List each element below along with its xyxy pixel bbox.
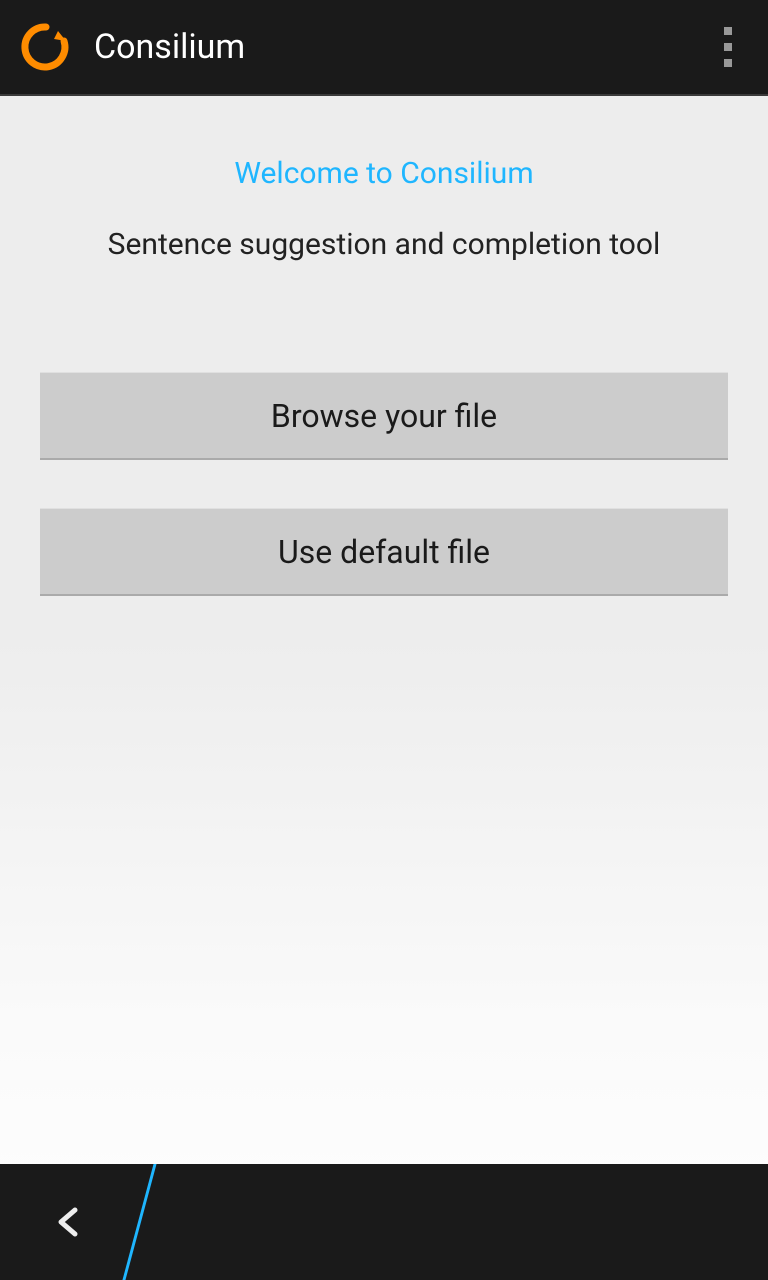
use-default-file-button[interactable]: Use default file (40, 508, 728, 596)
back-button[interactable] (0, 1164, 138, 1280)
overflow-menu-icon[interactable] (708, 17, 748, 77)
action-bar: Consilium (0, 0, 768, 96)
chevron-left-icon (49, 1202, 89, 1242)
browse-file-button[interactable]: Browse your file (40, 372, 728, 460)
main-content: Welcome to Consilium Sentence suggestion… (0, 96, 768, 1164)
navigation-bar (0, 1164, 768, 1280)
subtitle: Sentence suggestion and completion tool (108, 227, 661, 262)
app-title: Consilium (94, 27, 708, 67)
app-logo-icon (20, 21, 72, 73)
welcome-title: Welcome to Consilium (234, 156, 533, 191)
